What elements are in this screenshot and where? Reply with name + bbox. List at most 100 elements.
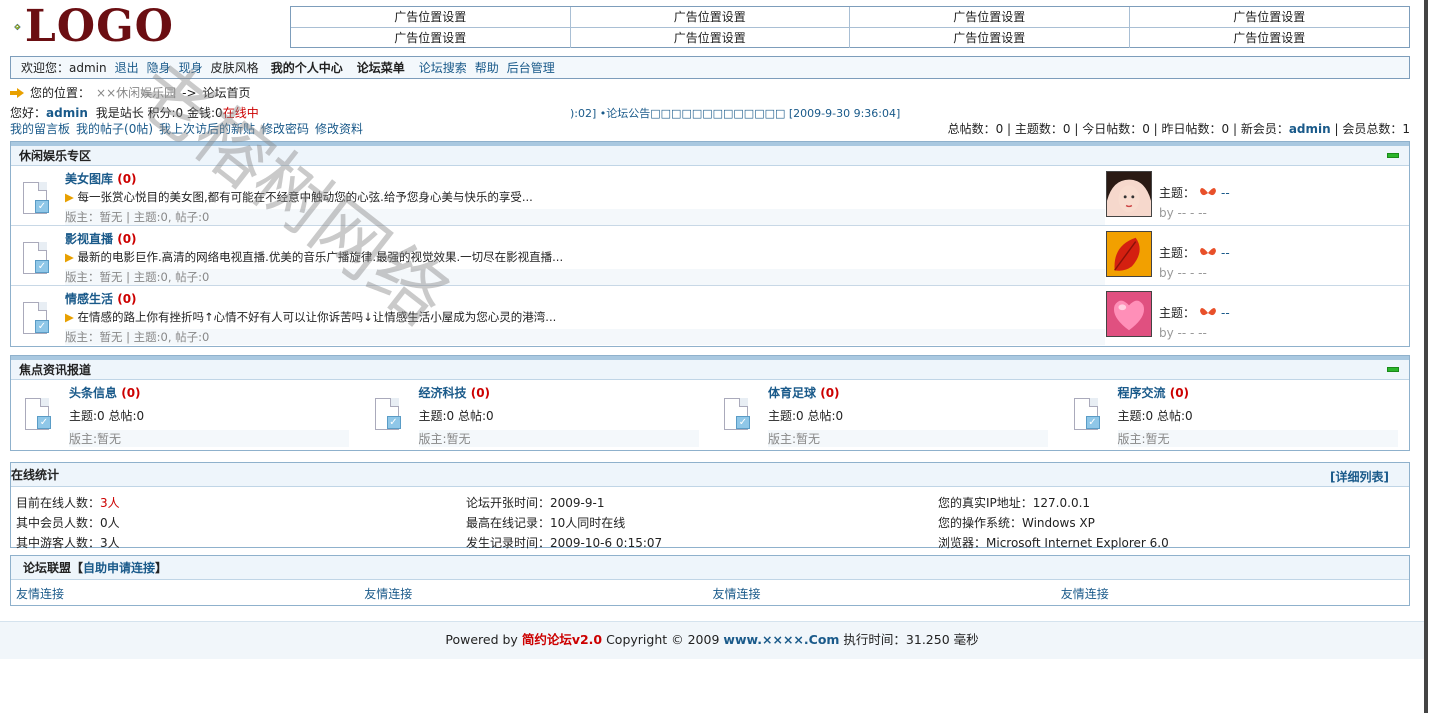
forum-status-icon: ✓ bbox=[21, 182, 51, 216]
forum-row: ✓ 美女图库 (0) ▶ 每一张赏心悦目的美女图,都有可能在不经意中触动您的心弦… bbox=[11, 166, 1409, 226]
footer: Powered by 简约论坛v2.0 Copyright © 2009 www… bbox=[0, 621, 1424, 659]
butterfly-icon bbox=[1200, 307, 1217, 315]
logo-text: LOGO bbox=[24, 1, 174, 52]
forum-status-icon: ✓ bbox=[1072, 398, 1102, 432]
last-by: by -- - -- bbox=[1159, 206, 1207, 220]
section-header: 焦点资讯报道 bbox=[11, 360, 1409, 380]
friend-link[interactable]: 友情连接 bbox=[364, 585, 712, 602]
my-posts-link[interactable]: 我的帖子(0帖) bbox=[76, 120, 153, 137]
nav-skin[interactable]: 皮肤风格 bbox=[211, 59, 259, 76]
nav-admin[interactable]: 后台管理 bbox=[507, 59, 555, 76]
forum-row: ✓ 影视直播 (0) ▶ 最新的电影巨作.高清的网络电视直播.优美的音乐广播旋律… bbox=[11, 226, 1409, 286]
window-edge bbox=[1424, 0, 1428, 713]
user-greeting: 您好：admin 我是站长 积分:0 金钱:0在线中 bbox=[10, 106, 259, 120]
ad-slot[interactable]: 广告位置设置 bbox=[1129, 7, 1409, 28]
online-col-2: 论坛开张时间：2009-9-1 最高在线记录：10人同时在线 发生记录时间：20… bbox=[466, 496, 663, 550]
section-leisure: 休闲娱乐专区 ✓ 美女图库 (0) ▶ 每一张赏心悦目的美女图,都有可能在不经意… bbox=[10, 141, 1410, 347]
breadcrumb-home[interactable]: ××休闲娱乐园 bbox=[96, 84, 176, 101]
butterfly-icon bbox=[1200, 187, 1217, 195]
online-col-3: 您的真实IP地址：127.0.0.1 您的操作系统：Windows XP 浏览器… bbox=[938, 496, 1169, 550]
bullet-arrow-icon: ▶ bbox=[65, 250, 74, 264]
detail-list-link[interactable]: [详细列表] bbox=[1330, 468, 1389, 485]
nav-show[interactable]: 现身 bbox=[179, 59, 203, 76]
nav-hide[interactable]: 隐身 bbox=[147, 59, 171, 76]
forum-link[interactable]: 美女图库 bbox=[65, 172, 113, 186]
bullet-arrow-icon: ▶ bbox=[65, 190, 74, 204]
forum-link[interactable]: 情感生活 bbox=[65, 292, 113, 306]
change-password-link[interactable]: 修改密码 bbox=[261, 120, 309, 137]
forum-thumbnail-leaf bbox=[1106, 231, 1152, 277]
forum-link[interactable]: 体育足球 bbox=[768, 386, 816, 400]
bullet-arrow-icon: ▶ bbox=[65, 310, 74, 324]
last-topic: 主题： -- bbox=[1159, 245, 1230, 261]
forum-status-icon: ✓ bbox=[21, 242, 51, 276]
forum-cell: ✓ 头条信息 (0) 主题:0 总帖:0 版主:暂无 bbox=[11, 380, 361, 450]
ad-grid: 广告位置设置 广告位置设置 广告位置设置 广告位置设置 广告位置设置 广告位置设… bbox=[290, 6, 1410, 48]
forum-status-icon: ✓ bbox=[21, 302, 51, 336]
arrow-right-icon bbox=[10, 87, 24, 98]
section-title: 焦点资讯报道 bbox=[19, 363, 92, 377]
ad-slot[interactable]: 广告位置设置 bbox=[571, 28, 850, 48]
forum-moderator: 版主：暂无 | 主题:0, 帖子:0 bbox=[65, 269, 1105, 285]
online-title: 在线统计 bbox=[11, 468, 60, 482]
forum-link[interactable]: 经济科技 bbox=[419, 386, 467, 400]
forum-moderator: 版主：暂无 | 主题:0, 帖子:0 bbox=[65, 329, 1105, 345]
apply-link-button[interactable]: 自助申请连接 bbox=[83, 559, 155, 576]
forum-cell: ✓ 经济科技 (0) 主题:0 总帖:0 版主:暂无 bbox=[361, 380, 711, 450]
section-title: 休闲娱乐专区 bbox=[19, 149, 92, 163]
online-status: 在线中 bbox=[222, 106, 259, 120]
ad-slot[interactable]: 广告位置设置 bbox=[570, 7, 850, 28]
section-news: 焦点资讯报道 ✓ 头条信息 (0) 主题:0 总帖:0 版主:暂无 ✓ 经济科技… bbox=[10, 355, 1410, 451]
forum-status-icon: ✓ bbox=[23, 398, 53, 432]
ad-slot[interactable]: 广告位置设置 bbox=[850, 7, 1130, 28]
forum-thumbnail-girl bbox=[1106, 171, 1152, 217]
forum-link[interactable]: 影视直播 bbox=[65, 232, 113, 246]
last-by: by -- - -- bbox=[1159, 266, 1207, 280]
logo-icon bbox=[14, 23, 21, 31]
section-header: 休闲娱乐专区 bbox=[11, 146, 1409, 166]
collapse-icon[interactable] bbox=[1387, 153, 1399, 158]
online-stats-panel: 在线统计 [详细列表] 目前在线人数：3人 其中会员人数：0人 其中游客人数：3… bbox=[10, 462, 1410, 550]
forum-stats: 总帖数：0 | 主题数：0 | 今日帖数：0 | 昨日帖数：0 | 新会员：ad… bbox=[947, 122, 1410, 136]
new-posts-link[interactable]: 我上次访后的新贴 bbox=[159, 120, 255, 137]
forum-link[interactable]: 程序交流 bbox=[1118, 386, 1166, 400]
forum-row: ✓ 情感生活 (0) ▶ 在情感的路上你有挫折吗↑心情不好有人可以让你诉苦吗↓让… bbox=[11, 286, 1409, 346]
nav-help[interactable]: 帮助 bbox=[475, 59, 499, 76]
friend-link[interactable]: 友情连接 bbox=[1061, 585, 1409, 602]
collapse-icon[interactable] bbox=[1387, 367, 1399, 372]
nav-personal-center[interactable]: 我的个人中心 bbox=[271, 59, 343, 76]
ad-slot[interactable]: 广告位置设置 bbox=[850, 28, 1130, 48]
alliance-header: 论坛联盟【 自助申请连接】 bbox=[11, 556, 1409, 580]
forum-link[interactable]: 头条信息 bbox=[69, 386, 117, 400]
forum-cell: ✓ 程序交流 (0) 主题:0 总帖:0 版主:暂无 bbox=[1060, 380, 1410, 450]
newest-member[interactable]: admin bbox=[1289, 122, 1331, 136]
nav-search[interactable]: 论坛搜索 bbox=[419, 59, 467, 76]
forum-thumbnail-heart bbox=[1106, 291, 1152, 337]
my-messages-link[interactable]: 我的留言板 bbox=[10, 120, 70, 137]
online-header: 在线统计 [详细列表] bbox=[11, 463, 1409, 487]
nav-logout[interactable]: 退出 bbox=[115, 59, 139, 76]
site-logo[interactable]: LOGO bbox=[14, 4, 174, 50]
forum-moderator: 版主：暂无 | 主题:0, 帖子:0 bbox=[65, 209, 1105, 225]
footer-site[interactable]: www.××××.Com bbox=[723, 632, 839, 647]
nav-forum-menu[interactable]: 论坛菜单 bbox=[357, 59, 405, 76]
announcement-marquee[interactable]: ):02] •论坛公告□□□□□□□□□□□□□ [2009-9-30 9:36… bbox=[570, 105, 900, 121]
friend-link[interactable]: 友情连接 bbox=[713, 585, 1061, 602]
last-topic: 主题： -- bbox=[1159, 305, 1230, 321]
ad-slot[interactable]: 广告位置设置 bbox=[291, 7, 571, 28]
footer-brand[interactable]: 简约论坛v2.0 bbox=[522, 632, 602, 647]
last-topic: 主题： -- bbox=[1159, 185, 1230, 201]
forum-status-icon: ✓ bbox=[722, 398, 752, 432]
ad-slot[interactable]: 广告位置设置 bbox=[1130, 28, 1410, 48]
forum-cell: ✓ 体育足球 (0) 主题:0 总帖:0 版主:暂无 bbox=[710, 380, 1060, 450]
friend-link[interactable]: 友情连接 bbox=[16, 585, 364, 602]
forum-status-icon: ✓ bbox=[373, 398, 403, 432]
butterfly-icon bbox=[1200, 247, 1217, 255]
breadcrumb: 您的位置： ××休闲娱乐园 -> 论坛首页 bbox=[10, 84, 251, 101]
edit-profile-link[interactable]: 修改资料 bbox=[315, 120, 363, 137]
online-col-1: 目前在线人数：3人 其中会员人数：0人 其中游客人数：3人 bbox=[16, 496, 120, 550]
ad-slot[interactable]: 广告位置设置 bbox=[291, 28, 571, 48]
greeting-user[interactable]: admin bbox=[46, 106, 88, 120]
user-links: 我的留言板 我的帖子(0帖) 我上次访后的新贴 修改密码 修改资料 bbox=[10, 120, 363, 137]
forum-alliance-panel: 论坛联盟【 自助申请连接】 友情连接 友情连接 友情连接 友情连接 bbox=[10, 555, 1410, 606]
